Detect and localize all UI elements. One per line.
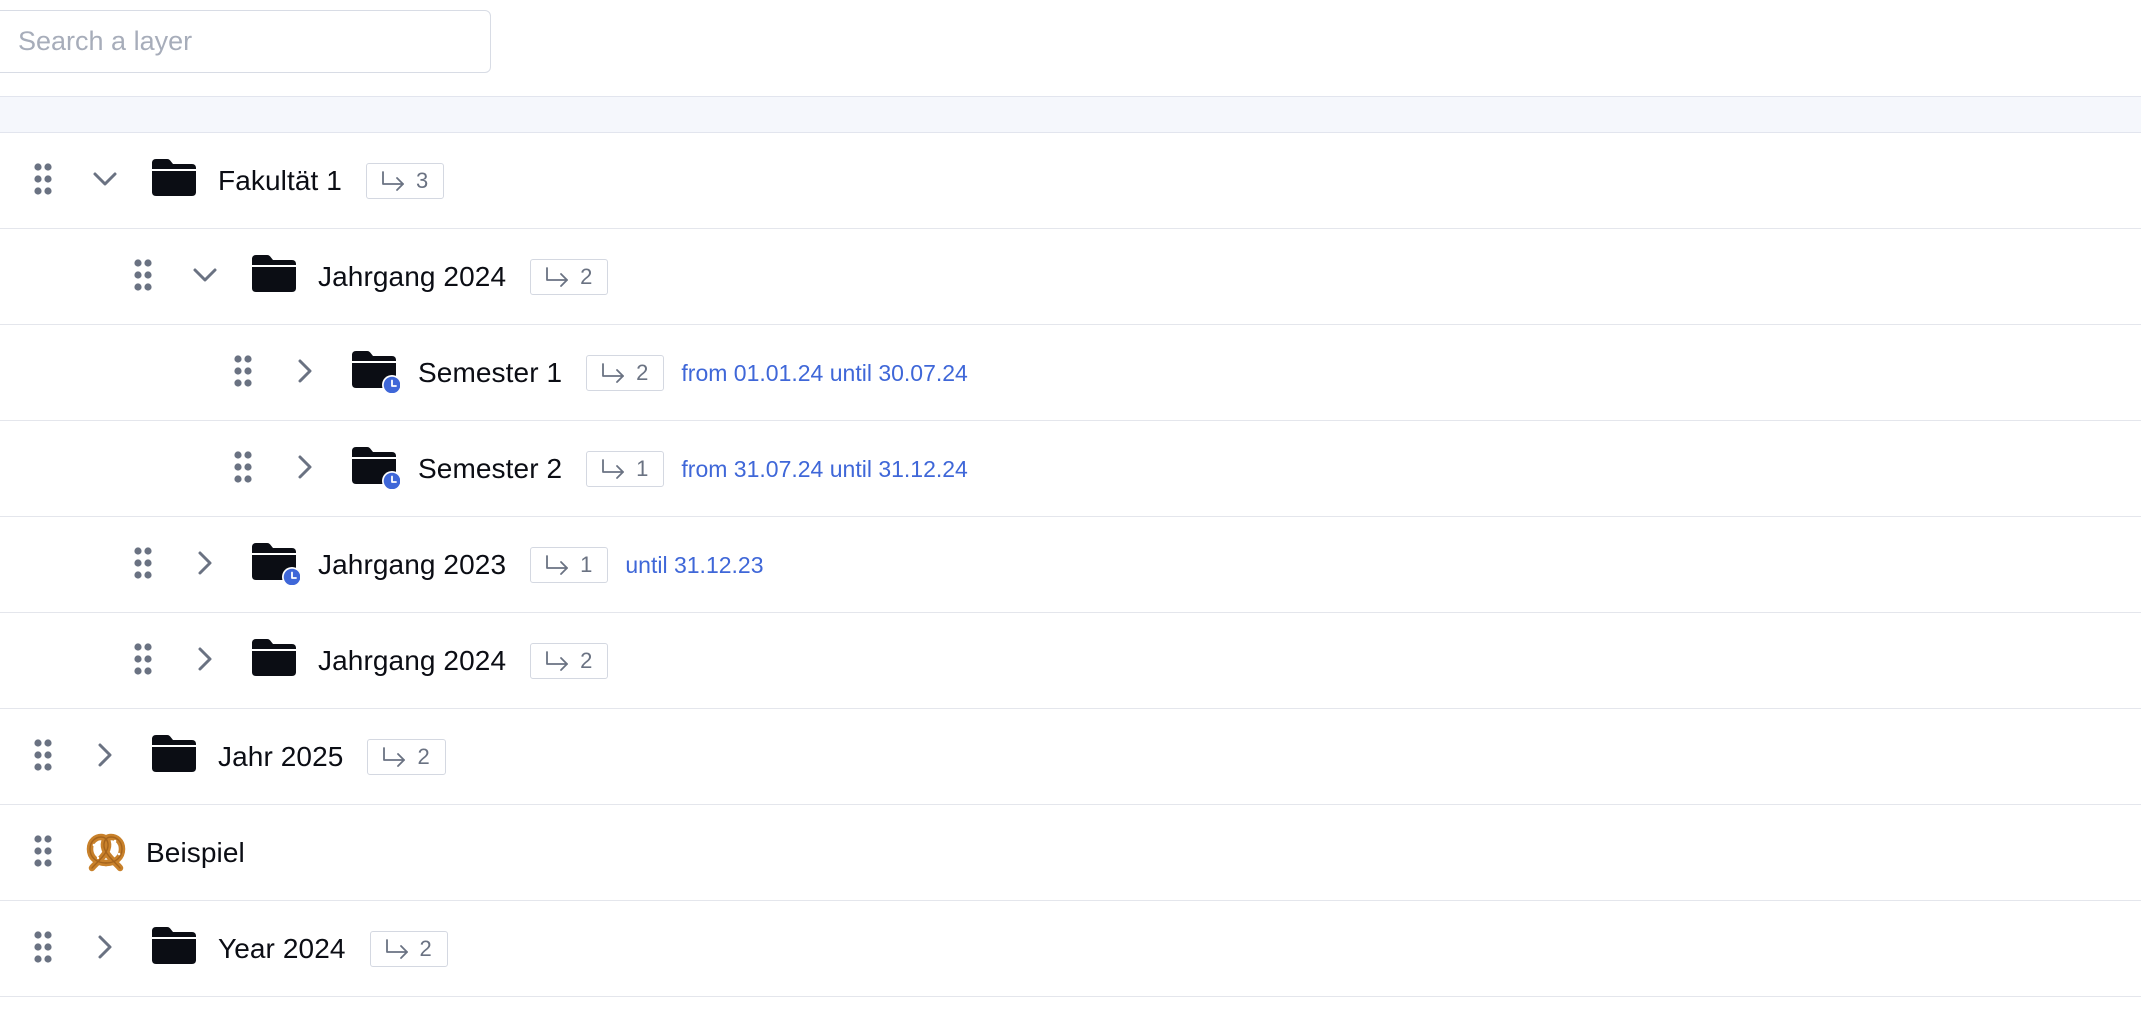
tree-row[interactable]: Jahrgang 2024 2 — [0, 613, 2141, 709]
row-label-group: Jahrgang 2023 1 until 31.12.23 — [318, 517, 764, 613]
row-label-group: Jahr 2025 2 — [218, 709, 446, 805]
children-count-badge[interactable]: 2 — [369, 931, 448, 967]
children-count: 2 — [580, 264, 593, 289]
chevron-right-icon[interactable] — [89, 931, 121, 963]
chevron-right-icon[interactable] — [289, 451, 321, 483]
layer-name[interactable]: Jahrgang 2023 — [318, 549, 506, 581]
scheduled-folder-icon — [252, 543, 300, 585]
chevron-right-icon[interactable] — [289, 355, 321, 387]
subdirectory-arrow-icon — [546, 651, 569, 671]
tree-row[interactable]: Year 2024 2 — [0, 901, 2141, 997]
folder-icon — [252, 255, 296, 292]
children-count: 2 — [580, 648, 593, 673]
layer-name[interactable]: Jahr 2025 — [218, 741, 343, 773]
tree-row[interactable]: Beispiel — [0, 805, 2141, 901]
children-count-badge[interactable]: 1 — [530, 547, 609, 583]
folder-icon — [152, 159, 196, 196]
children-count: 2 — [417, 744, 430, 769]
layer-name[interactable]: Year 2024 — [218, 933, 346, 965]
drag-handle-icon[interactable] — [133, 258, 153, 292]
folder-icon — [252, 639, 296, 676]
drag-handle-icon[interactable] — [33, 930, 53, 964]
layer-tree-page: Fakultät 1 3 Jahrgang 2024 — [0, 0, 2141, 1024]
layer-name[interactable]: Semester 1 — [418, 357, 562, 389]
children-count: 3 — [415, 168, 429, 193]
row-label-group: Year 2024 2 — [218, 901, 448, 997]
children-count-badge[interactable]: 2 — [367, 739, 446, 775]
children-count-badge[interactable]: 2 — [530, 259, 609, 295]
children-count-badge[interactable]: 1 — [586, 451, 665, 487]
tree-row[interactable]: Jahrgang 2023 1 until 31.12.23 — [0, 517, 2141, 613]
pretzel-icon — [86, 833, 126, 872]
drag-handle-icon[interactable] — [133, 546, 153, 580]
tree-header-band — [0, 97, 2141, 133]
children-count-badge[interactable]: 2 — [530, 643, 609, 679]
schedule-text: from 01.01.24 until 30.07.24 — [681, 359, 968, 386]
layer-name[interactable]: Jahrgang 2024 — [318, 261, 506, 293]
children-count: 1 — [636, 456, 649, 481]
schedule-text: until 31.12.23 — [625, 551, 764, 578]
row-label-group: Semester 1 2 from 01.01.24 until 30.07.2… — [418, 325, 968, 421]
schedule-text: from 31.07.24 until 31.12.24 — [681, 455, 968, 482]
row-label-group: Jahrgang 2024 2 — [318, 613, 609, 709]
drag-handle-icon[interactable] — [33, 738, 53, 772]
layer-name[interactable]: Fakultät 1 — [218, 165, 342, 197]
children-count: 1 — [580, 552, 593, 577]
row-label-group: Semester 2 1 from 31.07.24 until 31.12.2… — [418, 421, 968, 517]
layer-name[interactable]: Jahrgang 2024 — [318, 645, 506, 677]
folder-icon — [152, 927, 196, 964]
tree-row[interactable]: Fakultät 1 3 — [0, 133, 2141, 229]
tree-row[interactable]: Semester 1 2 from 01.01.24 until 30.07.2… — [0, 325, 2141, 421]
search-input[interactable] — [0, 10, 491, 73]
children-count: 2 — [636, 360, 649, 385]
subdirectory-arrow-icon — [546, 267, 569, 287]
subdirectory-arrow-icon — [385, 939, 408, 959]
scheduled-folder-icon — [352, 447, 400, 489]
row-label-group: Beispiel — [146, 805, 245, 901]
tree-row[interactable]: Jahrgang 2024 2 — [0, 229, 2141, 325]
drag-handle-icon[interactable] — [233, 354, 253, 388]
subdirectory-arrow-icon — [602, 363, 625, 383]
layer-tree: Fakultät 1 3 Jahrgang 2024 2 Semester 1 … — [0, 133, 2141, 997]
tree-row[interactable]: Jahr 2025 2 — [0, 709, 2141, 805]
chevron-down-icon[interactable] — [189, 259, 221, 291]
children-count-badge[interactable]: 2 — [586, 355, 665, 391]
subdirectory-arrow-icon — [382, 171, 404, 191]
scheduled-folder-icon — [352, 351, 400, 393]
subdirectory-arrow-icon — [546, 555, 569, 575]
drag-handle-icon[interactable] — [133, 642, 153, 676]
search-bar — [0, 0, 2141, 97]
chevron-right-icon[interactable] — [89, 739, 121, 771]
chevron-right-icon[interactable] — [189, 547, 221, 579]
children-count-badge[interactable]: 3 — [365, 163, 445, 199]
row-label-group: Jahrgang 2024 2 — [318, 229, 609, 325]
chevron-right-icon[interactable] — [189, 643, 221, 675]
folder-icon — [152, 735, 196, 772]
layer-name[interactable]: Beispiel — [146, 837, 245, 869]
layer-name[interactable]: Semester 2 — [418, 453, 562, 485]
tree-row[interactable]: Semester 2 1 from 31.07.24 until 31.12.2… — [0, 421, 2141, 517]
children-count: 2 — [419, 936, 432, 961]
subdirectory-arrow-icon — [383, 747, 406, 767]
drag-handle-icon[interactable] — [33, 162, 53, 196]
drag-handle-icon[interactable] — [33, 834, 53, 868]
subdirectory-arrow-icon — [602, 459, 625, 479]
drag-handle-icon[interactable] — [233, 450, 253, 484]
row-label-group: Fakultät 1 3 — [218, 133, 445, 229]
chevron-down-icon[interactable] — [89, 163, 121, 195]
